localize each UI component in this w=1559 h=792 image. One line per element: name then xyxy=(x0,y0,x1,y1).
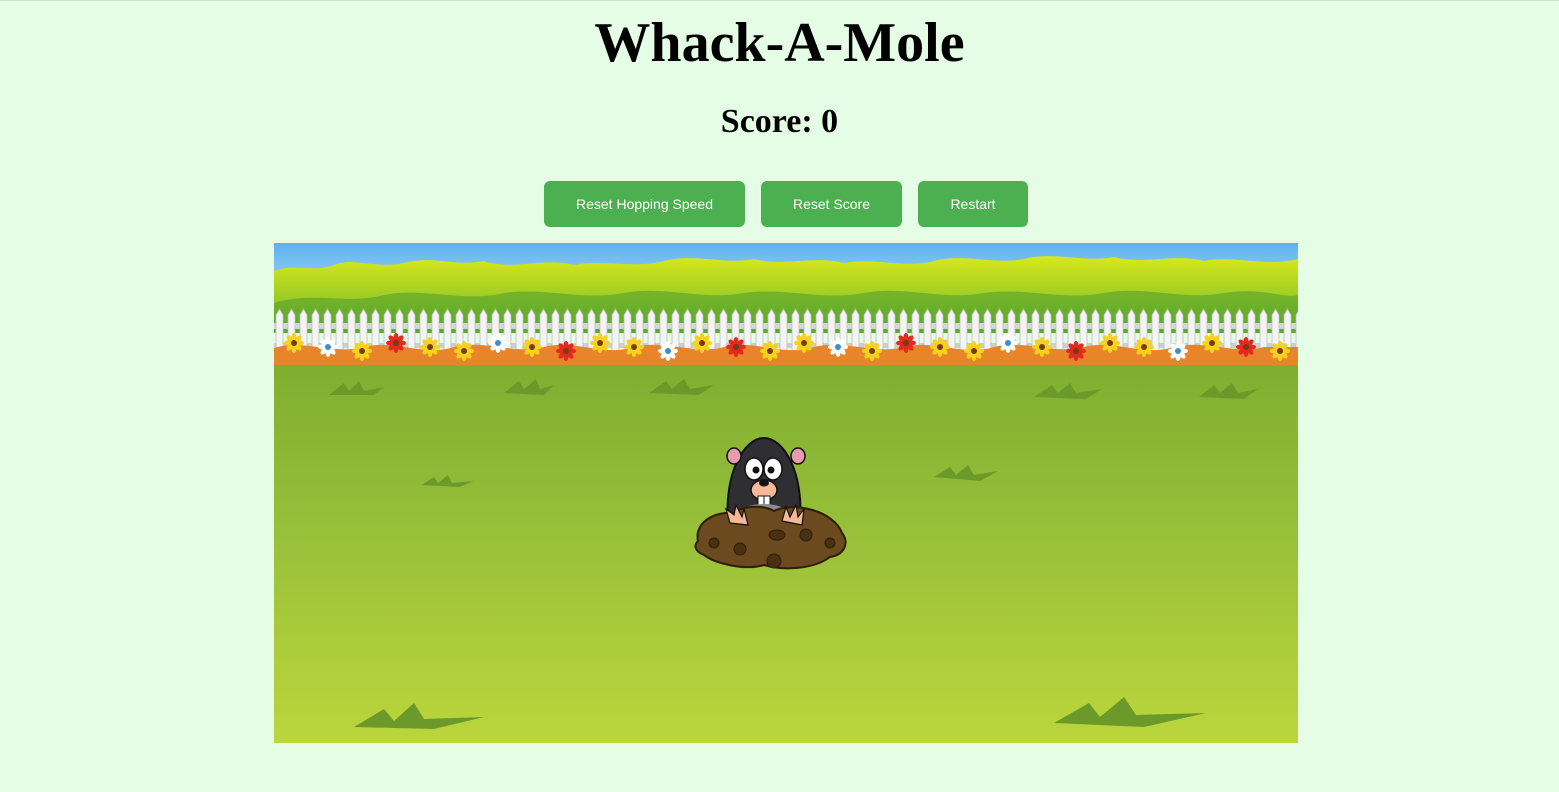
score-display: Score: 0 xyxy=(720,103,839,140)
game-board[interactable] xyxy=(274,243,1298,743)
garden-scene xyxy=(274,243,1298,743)
restart-button[interactable]: Restart xyxy=(918,181,1028,227)
reset-score-button[interactable]: Reset Score xyxy=(761,181,902,227)
reset-hopping-speed-button[interactable]: Reset Hopping Speed xyxy=(544,181,745,227)
game-title: Whack-A-Mole xyxy=(594,12,965,74)
